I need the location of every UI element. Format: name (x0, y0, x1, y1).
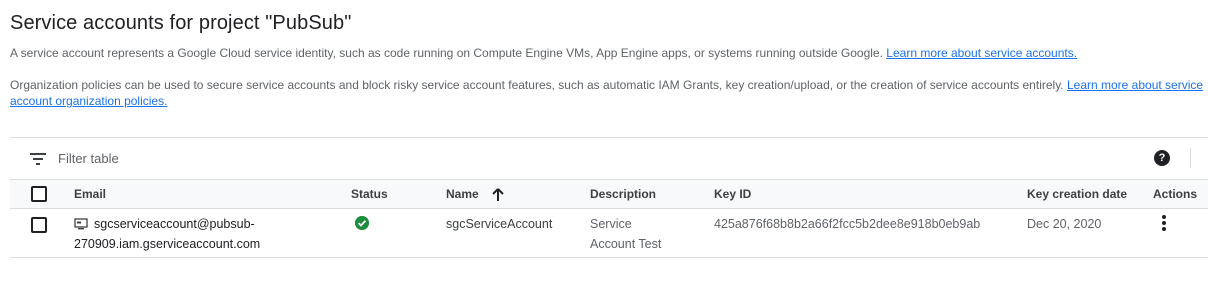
help-icon[interactable]: ? (1154, 150, 1170, 166)
check-circle-icon (355, 216, 369, 230)
email-text-line1[interactable]: sgcserviceaccount@pubsub- (94, 214, 255, 234)
description-line1: Service (590, 217, 632, 231)
description-cell: Service Account Test (590, 214, 680, 254)
policies-description: Organization policies can be used to sec… (10, 78, 1064, 92)
description-line2: Account Test (590, 237, 662, 251)
key-id-cell: 425a876f68b8b2a66f2fcc5b2dee8e918b0eb9ab (714, 217, 981, 231)
learn-more-service-accounts-link[interactable]: Learn more about service accounts. (886, 46, 1077, 60)
column-header-status[interactable]: Status (351, 187, 388, 201)
sort-ascending-icon (492, 188, 504, 201)
filter-table-input[interactable] (58, 149, 658, 167)
column-header-name[interactable]: Name (446, 187, 504, 202)
filter-bar-divider (1190, 148, 1191, 168)
table-row: sgcserviceaccount@pubsub- 270909.iam.gse… (10, 209, 1208, 258)
email-cell: sgcserviceaccount@pubsub- 270909.iam.gse… (74, 214, 260, 254)
name-cell: sgcServiceAccount (446, 217, 553, 231)
more-actions-icon[interactable] (1161, 215, 1167, 233)
key-creation-date-cell: Dec 20, 2020 (1027, 217, 1102, 231)
column-header-actions: Actions (1153, 187, 1198, 201)
email-line: sgcserviceaccount@pubsub- (74, 214, 260, 234)
service-account-icon (74, 218, 88, 230)
column-header-key-id[interactable]: Key ID (714, 187, 751, 201)
table-header: Email Status Name Description Key ID Key… (10, 179, 1208, 209)
column-header-email[interactable]: Email (74, 187, 106, 201)
column-header-name-label: Name (446, 187, 479, 201)
column-header-description[interactable]: Description (590, 187, 656, 201)
filter-icon (30, 153, 46, 165)
service-accounts-table: ? Email Status Name Description Key ID K… (10, 137, 1208, 258)
page-title: Service accounts for project "PubSub" (10, 12, 352, 34)
intro-text: A service account represents a Google Cl… (10, 45, 1200, 61)
filter-bar: ? (10, 137, 1208, 179)
column-header-key-creation-date[interactable]: Key creation date (1027, 187, 1127, 201)
select-all-checkbox[interactable] (31, 186, 47, 202)
intro-description: A service account represents a Google Cl… (10, 46, 883, 60)
row-checkbox[interactable] (31, 217, 47, 233)
email-text-line2[interactable]: 270909.iam.gserviceaccount.com (74, 234, 260, 254)
policies-text: Organization policies can be used to sec… (10, 77, 1205, 109)
service-accounts-page: Service accounts for project "PubSub" A … (0, 0, 1208, 282)
